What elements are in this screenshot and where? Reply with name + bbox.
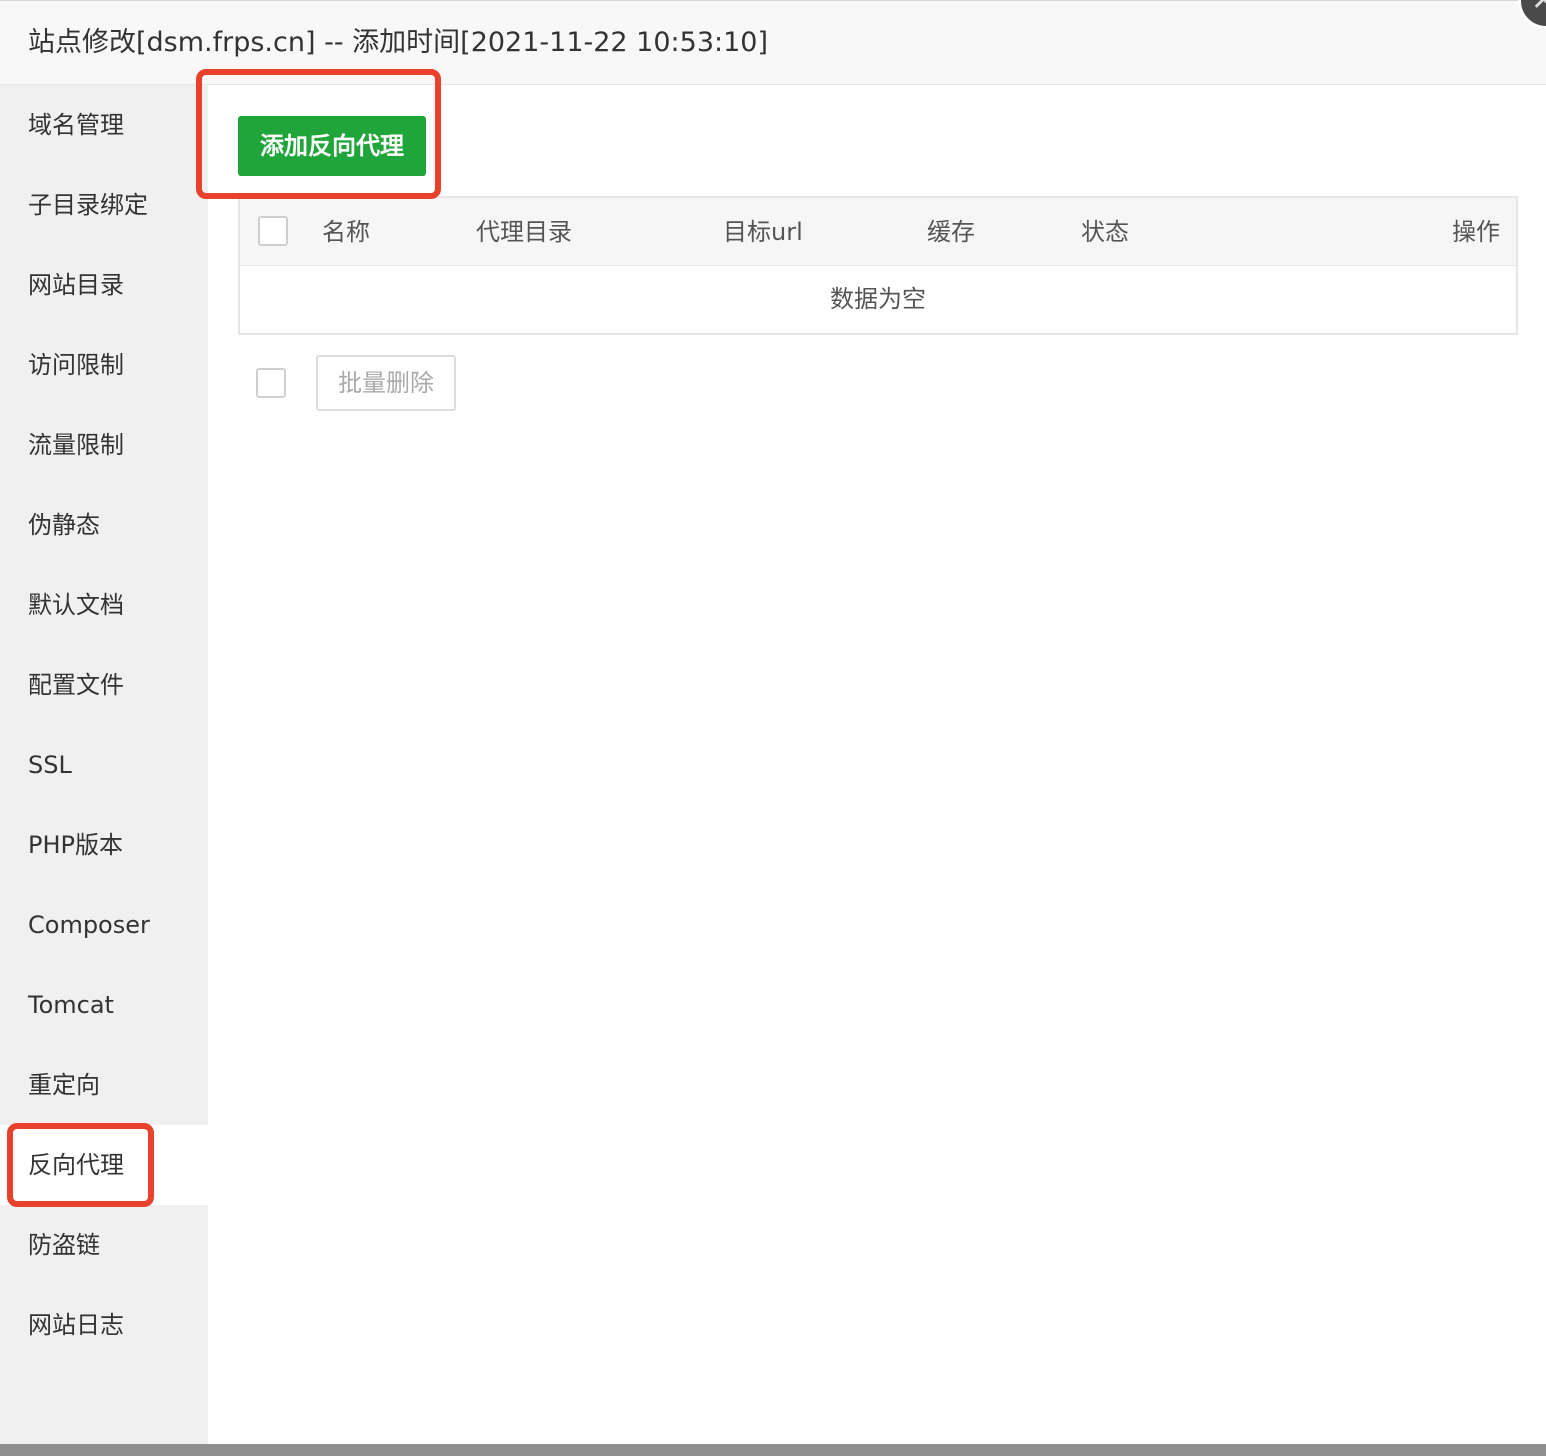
table-empty-message: 数据为空 (830, 285, 926, 313)
sidebar-item-traffic-limit[interactable]: 流量限制 (0, 405, 208, 485)
batch-select-checkbox[interactable] (256, 368, 286, 398)
sidebar-item-ssl[interactable]: SSL (0, 725, 208, 805)
dialog-title: 站点修改[dsm.frps.cn] -- 添加时间[2021-11-22 10:… (28, 27, 768, 58)
sidebar-item-site-directory[interactable]: 网站目录 (0, 245, 208, 325)
sidebar-item-site-log[interactable]: 网站日志 (0, 1285, 208, 1365)
sidebar-item-php-version[interactable]: PHP版本 (0, 805, 208, 885)
site-edit-dialog: 站点修改[dsm.frps.cn] -- 添加时间[2021-11-22 10:… (0, 0, 1546, 1445)
sidebar-item-tomcat[interactable]: Tomcat (0, 965, 208, 1045)
column-header-name: 名称 (322, 218, 370, 246)
table-header: 名称 代理目录 目标url 缓存 状态 操作 (240, 198, 1516, 266)
annotation-highlight-add-button (196, 69, 441, 199)
column-header-status: 状态 (1081, 218, 1129, 246)
annotation-highlight-reverse-proxy (7, 1123, 154, 1207)
sidebar-item-config-file[interactable]: 配置文件 (0, 645, 208, 725)
sidebar-item-default-document[interactable]: 默认文档 (0, 565, 208, 645)
sidebar-item-subdirectory[interactable]: 子目录绑定 (0, 165, 208, 245)
sidebar-item-access-limit[interactable]: 访问限制 (0, 325, 208, 405)
column-header-cache: 缓存 (927, 218, 975, 246)
sidebar: 域名管理 子目录绑定 网站目录 访问限制 流量限制 伪静态 默认文档 配置文件 … (0, 85, 208, 1445)
sidebar-item-composer[interactable]: Composer (0, 885, 208, 965)
select-all-checkbox[interactable] (258, 216, 288, 246)
batch-delete-button[interactable]: 批量删除 (316, 355, 456, 411)
sidebar-item-rewrite[interactable]: 伪静态 (0, 485, 208, 565)
column-header-target-url: 目标url (723, 218, 803, 246)
bottom-overlay-strip (0, 1444, 1546, 1456)
sidebar-item-redirect[interactable]: 重定向 (0, 1045, 208, 1125)
sidebar-item-domain[interactable]: 域名管理 (0, 85, 208, 165)
column-header-actions: 操作 (1452, 218, 1500, 246)
column-header-proxy-directory: 代理目录 (476, 218, 572, 246)
sidebar-item-hotlink-protection[interactable]: 防盗链 (0, 1205, 208, 1285)
proxy-table: 名称 代理目录 目标url 缓存 状态 操作 数据为空 (238, 196, 1518, 335)
